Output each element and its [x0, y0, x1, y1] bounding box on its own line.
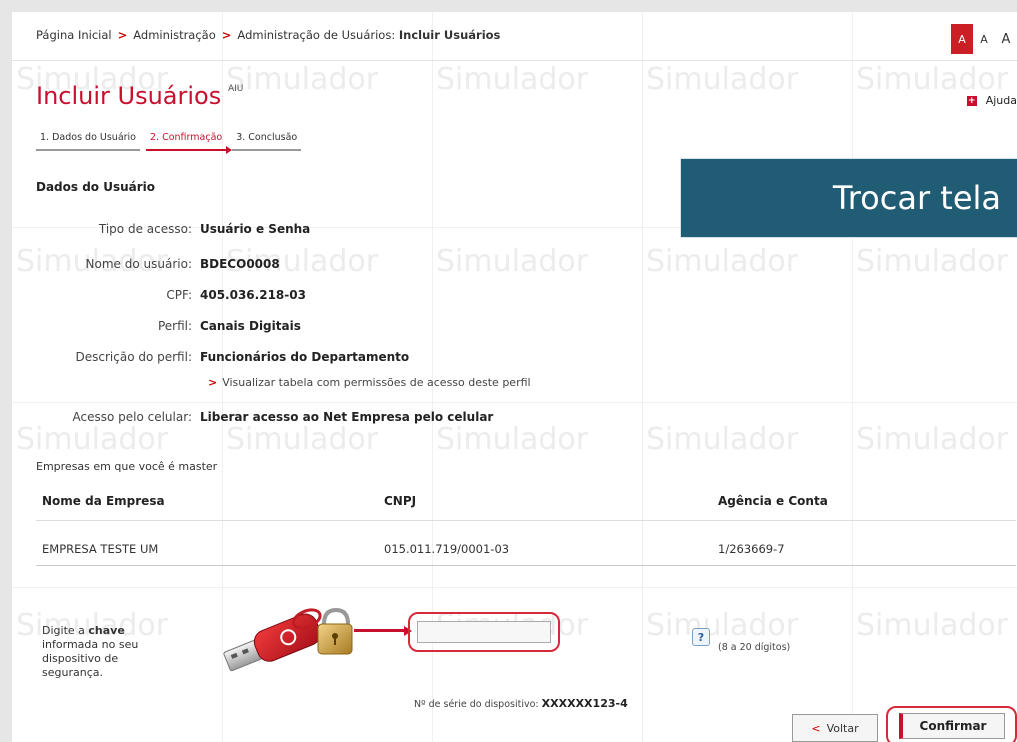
watermark: Simulador	[856, 608, 1009, 643]
field-label: CPF:	[166, 288, 192, 302]
table-cell-nome-empresa: EMPRESA TESTE UM	[42, 542, 159, 556]
serial-number: Nº de série do dispositivo: XXXXXX123-4	[414, 697, 628, 710]
key-prompt: Digite a chave informada no seu disposit…	[42, 624, 172, 680]
confirm-button[interactable]: Confirmar	[898, 713, 1005, 739]
watermark: Simulador	[856, 62, 1009, 97]
watermark: Simulador	[436, 62, 589, 97]
key-prompt-bold: chave	[88, 624, 125, 637]
breadcrumb-separator: >	[117, 28, 128, 42]
field-label: Descrição do perfil:	[75, 350, 193, 364]
step-2-label: 2. Confirmação	[150, 132, 223, 143]
key-input-highlight	[408, 612, 560, 652]
help-label: Ajuda	[985, 94, 1017, 107]
table-header-agencia-conta: Agência e Conta	[718, 494, 828, 508]
watermark: Simulador	[436, 244, 589, 279]
step-1: 1. Dados do Usuário	[36, 132, 140, 151]
field-value: Funcionários do Departamento	[200, 350, 410, 364]
breadcrumb-user-admin[interactable]: Administração de Usuários:	[237, 28, 395, 42]
watermark: Simulador	[226, 62, 379, 97]
breadcrumb-current: Incluir Usuários	[398, 28, 501, 42]
watermark: Simulador	[436, 422, 589, 457]
field-label: Acesso pelo celular:	[72, 410, 192, 424]
watermark: Simulador	[856, 422, 1009, 457]
watermark: Simulador	[16, 422, 169, 457]
grid-line	[852, 12, 853, 742]
field-row-tipo-acesso: Tipo de acesso: Usuário e Senha	[36, 222, 310, 236]
chevron-left-icon: <	[811, 721, 821, 735]
help-link[interactable]: + Ajuda	[966, 94, 1017, 107]
font-size-controls: A A A	[951, 24, 1017, 54]
companies-title: Empresas em que você é master	[36, 460, 218, 473]
help-plus-icon: +	[966, 95, 977, 106]
security-key-input[interactable]	[417, 621, 551, 643]
usb-token-icon	[223, 607, 353, 672]
field-row-nome-usuario: Nome do usuário: BDECO0008	[36, 257, 280, 271]
arrow-line	[354, 629, 406, 632]
field-label: Nome do usuário:	[85, 257, 192, 271]
step-2: 2. Confirmação	[146, 132, 233, 154]
page: Simulador Simulador Simulador Simulador …	[12, 12, 1017, 742]
trocar-tela-button[interactable]: Trocar tela	[680, 158, 1017, 238]
table-divider	[36, 520, 1016, 521]
table-cell-cnpj: 015.011.719/0001-03	[384, 542, 510, 556]
field-label: Tipo de acesso:	[98, 222, 192, 236]
field-row-perfil: Perfil: Canais Digitais	[36, 319, 301, 333]
page-code: AIU	[228, 84, 244, 94]
field-value: Canais Digitais	[200, 319, 301, 333]
back-button-label: Voltar	[826, 721, 859, 735]
field-row-descricao-perfil: Descrição do perfil: Funcionários do Dep…	[36, 350, 410, 364]
serial-label: Nº de série do dispositivo:	[414, 699, 539, 710]
table-header-cnpj: CNPJ	[384, 494, 417, 508]
watermark: Simulador	[646, 422, 799, 457]
chevron-right-icon: >	[208, 376, 218, 389]
confirm-highlight: Confirmar	[886, 706, 1017, 742]
field-row-acesso-celular: Acesso pelo celular: Liberar acesso ao N…	[36, 410, 493, 424]
field-value: Usuário e Senha	[200, 222, 311, 236]
field-value: BDECO0008	[200, 257, 280, 271]
field-row-cpf: CPF: 405.036.218-03	[36, 288, 306, 302]
font-size-medium-button[interactable]: A	[973, 24, 995, 54]
step-indicator: 1. Dados do Usuário 2. Confirmação 3. Co…	[36, 132, 307, 154]
serial-value: XXXXXX123-4	[541, 697, 628, 710]
grid-line	[642, 12, 643, 742]
table-divider	[36, 565, 1016, 566]
table-header-nome-empresa: Nome da Empresa	[42, 494, 165, 508]
watermark: Simulador	[646, 62, 799, 97]
field-label: Perfil:	[157, 319, 192, 333]
permissions-link[interactable]: > Visualizar tabela com permissões de ace…	[208, 376, 531, 389]
question-icon[interactable]: ?	[692, 628, 710, 646]
grid-line	[12, 402, 1017, 403]
watermark: Simulador	[646, 608, 799, 643]
table-cell-agencia-conta: 1/263669-7	[718, 542, 785, 556]
page-title: Incluir Usuários	[36, 82, 222, 110]
grid-line	[12, 587, 1017, 588]
watermark: Simulador	[856, 244, 1009, 279]
breadcrumb-separator: >	[221, 28, 232, 42]
key-prompt-suffix: informada no seu dispositivo de seguranç…	[42, 638, 139, 679]
breadcrumb: Página Inicial > Administração > Administraç…	[36, 28, 500, 42]
font-size-small-button[interactable]: A	[951, 24, 973, 54]
breadcrumb-admin[interactable]: Administração	[133, 28, 216, 42]
step-arrow-icon	[226, 146, 233, 154]
watermark: Simulador	[226, 422, 379, 457]
back-button[interactable]: < Voltar	[792, 714, 878, 742]
step-3: 3. Conclusão	[232, 132, 302, 151]
top-bar: Página Inicial > Administração > Administraç…	[12, 12, 1017, 61]
font-size-large-button[interactable]: A	[995, 24, 1017, 54]
digits-hint: (8 a 20 dígitos)	[718, 642, 791, 653]
permissions-link-label: Visualizar tabela com permissões de aces…	[222, 376, 531, 389]
key-prompt-prefix: Digite a	[42, 624, 89, 637]
breadcrumb-home[interactable]: Página Inicial	[36, 28, 112, 42]
watermark: Simulador	[646, 244, 799, 279]
section-title: Dados do Usuário	[36, 180, 156, 194]
field-value: 405.036.218-03	[200, 288, 306, 302]
field-value: Liberar acesso ao Net Empresa pelo celul…	[200, 410, 494, 424]
